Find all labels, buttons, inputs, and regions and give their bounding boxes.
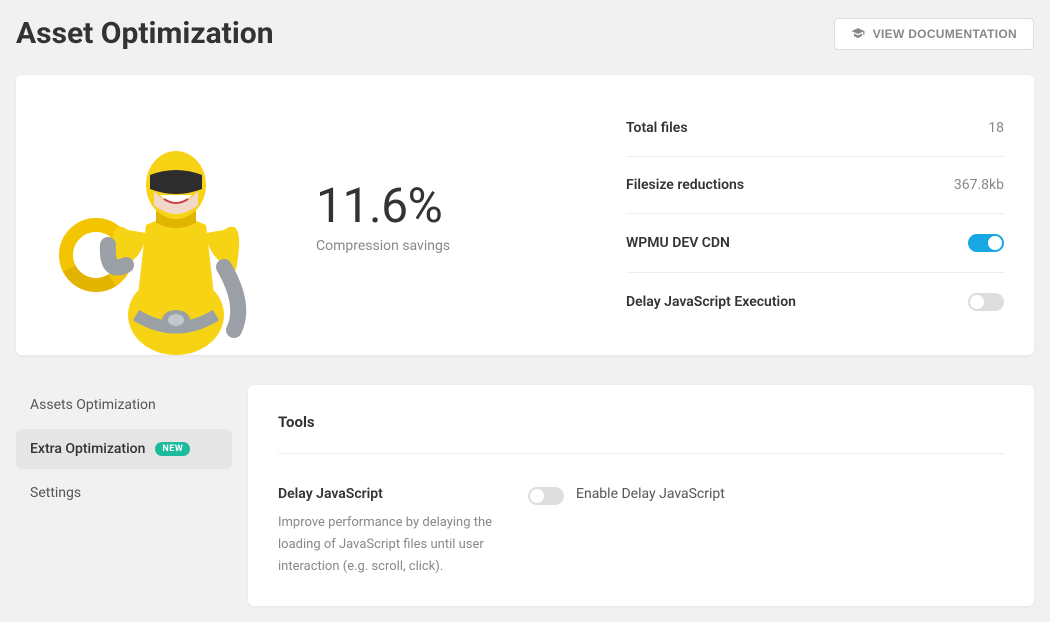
sidebar: Assets Optimization Extra Optimization N…	[16, 385, 248, 606]
stat-cdn: WPMU DEV CDN	[626, 214, 1004, 273]
tool-delay-javascript: Delay JavaScript Improve performance by …	[278, 460, 1004, 578]
sidebar-item-assets-optimization[interactable]: Assets Optimization	[16, 385, 232, 425]
doc-button-label: VIEW DOCUMENTATION	[873, 27, 1017, 41]
cdn-toggle[interactable]	[968, 234, 1004, 252]
sidebar-item-label: Settings	[30, 485, 81, 501]
sidebar-item-settings[interactable]: Settings	[16, 473, 232, 513]
stats-list: Total files 18 Filesize reductions 367.8…	[616, 75, 1034, 355]
summary-card: 11.6% Compression savings Total files 18…	[16, 75, 1034, 355]
content-title: Tools	[278, 413, 1004, 454]
stat-label: WPMU DEV CDN	[626, 235, 730, 251]
sidebar-item-label: Extra Optimization	[30, 441, 145, 457]
stat-label: Total files	[626, 120, 688, 136]
tool-name: Delay JavaScript	[278, 486, 498, 502]
stat-label: Delay JavaScript Execution	[626, 294, 796, 310]
content-card: Tools Delay JavaScript Improve performan…	[248, 385, 1034, 606]
stat-delay-js: Delay JavaScript Execution	[626, 273, 1004, 331]
savings-label: Compression savings	[316, 238, 616, 254]
page-title: Asset Optimization	[16, 16, 274, 51]
delay-js-toggle[interactable]	[968, 293, 1004, 311]
new-badge: NEW	[155, 442, 190, 456]
stat-filesize: Filesize reductions 367.8kb	[626, 157, 1004, 214]
academic-cap-icon	[851, 27, 865, 41]
sidebar-item-extra-optimization[interactable]: Extra Optimization NEW	[16, 429, 232, 469]
stat-total-files: Total files 18	[626, 100, 1004, 157]
view-documentation-button[interactable]: VIEW DOCUMENTATION	[834, 18, 1034, 50]
savings-block: 11.6% Compression savings	[276, 75, 616, 355]
stat-value: 367.8kb	[954, 177, 1004, 193]
stat-label: Filesize reductions	[626, 177, 744, 193]
sidebar-item-label: Assets Optimization	[30, 397, 156, 413]
enable-delay-js-toggle[interactable]	[528, 487, 564, 505]
hero-illustration	[16, 75, 276, 355]
savings-percent: 11.6%	[316, 177, 616, 234]
stat-value: 18	[988, 120, 1004, 136]
toggle-label: Enable Delay JavaScript	[576, 486, 725, 502]
tool-description: Improve performance by delaying the load…	[278, 512, 498, 578]
